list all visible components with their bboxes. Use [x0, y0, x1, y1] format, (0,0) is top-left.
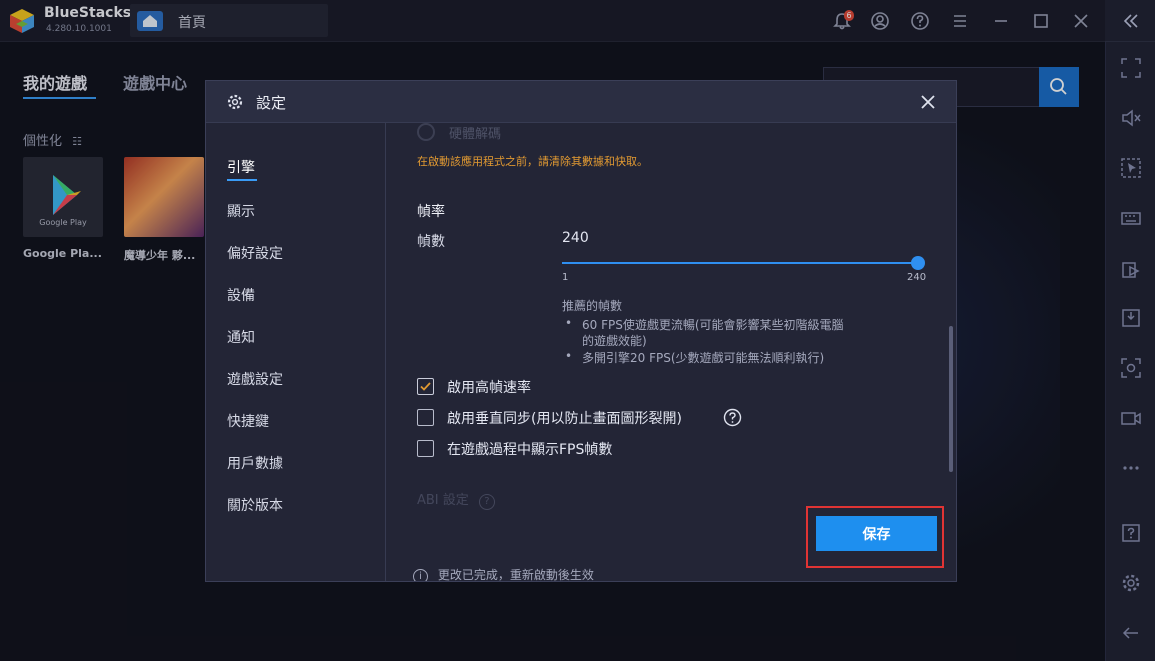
abi-settings-label: ABI 設定 ?: [417, 489, 495, 510]
screenshot-icon[interactable]: [1120, 357, 1142, 379]
show-fps-label: 在遊戲過程中顯示FPS幀數: [447, 442, 613, 458]
nav-item-game-settings[interactable]: 遊戲設定: [227, 369, 283, 389]
recommended-text: 60 FPS使遊戲更流暢(可能會影響某些初階級電腦: [582, 318, 844, 332]
nav-item-notifications[interactable]: 通知: [227, 327, 255, 347]
restart-notice-text: 更改已完成，重新啟動後生效: [437, 568, 594, 581]
nav-item-shortcuts[interactable]: 快捷鍵: [227, 411, 269, 431]
keyboard-icon[interactable]: [1120, 207, 1142, 229]
restart-notice: i 更改已完成，重新啟動後生效: [413, 566, 594, 581]
settings-nav: 引擎 顯示 偏好設定 設備 通知 遊戲設定 快捷鍵 用戶數據 關於版本: [206, 123, 386, 581]
right-sidebar: [1105, 42, 1155, 661]
recommended-item: 60 FPS使遊戲更流暢(可能會影響某些初階級電腦: [565, 316, 844, 333]
hardware-decode-label: 硬體解碼: [449, 127, 502, 142]
vsync-label: 啟用垂直同步(用以防止畫面圖形裂開): [447, 411, 682, 427]
fps-slider-thumb[interactable]: [911, 256, 925, 270]
volume-mute-icon[interactable]: [1120, 107, 1142, 129]
nav-item-preferences[interactable]: 偏好設定: [227, 243, 283, 263]
record-video-icon[interactable]: [1120, 407, 1142, 429]
gear-icon: [227, 94, 243, 110]
nav-item-about[interactable]: 關於版本: [227, 495, 283, 515]
checkmark-icon: [420, 382, 431, 391]
info-icon: i: [413, 569, 428, 581]
settings-scrollbar[interactable]: [949, 326, 953, 472]
collapse-sidebar-icon[interactable]: [1121, 11, 1141, 31]
warning-text: 在啟動該應用程式之前，請清除其數據和快取。: [417, 155, 648, 168]
hardware-decode-radio[interactable]: [417, 123, 435, 141]
recommended-text: 多開引擎20 FPS(少數遊戲可能無法順利執行): [582, 351, 825, 365]
close-icon[interactable]: [918, 92, 938, 112]
nav-active-indicator: [227, 179, 257, 181]
abi-settings-text: ABI 設定: [417, 493, 469, 508]
fps-section-title: 幀率: [417, 204, 445, 220]
dialog-title: 設定: [256, 94, 287, 112]
fps-slider-track[interactable]: [562, 262, 919, 264]
nav-item-display[interactable]: 顯示: [227, 201, 255, 221]
recommended-text-cont: 的遊戲效能): [582, 334, 647, 348]
media-manager-icon[interactable]: [1120, 257, 1142, 279]
fullscreen-icon[interactable]: [1120, 57, 1142, 79]
show-fps-checkbox[interactable]: [417, 440, 434, 457]
settings-gear-icon[interactable]: [1120, 572, 1142, 594]
pointer-icon[interactable]: [1120, 157, 1142, 179]
recommended-item: 多開引擎20 FPS(少數遊戲可能無法順利執行): [565, 349, 824, 366]
sidebar-help-icon[interactable]: [1120, 522, 1142, 544]
recommended-title: 推薦的幀數: [562, 299, 623, 313]
dialog-header: 設定: [206, 81, 956, 123]
save-button[interactable]: 保存: [816, 516, 937, 551]
high-fps-checkbox[interactable]: [417, 378, 434, 395]
vsync-checkbox[interactable]: [417, 409, 434, 426]
high-fps-label: 啟用高幀速率: [447, 380, 531, 396]
more-icon[interactable]: [1120, 457, 1142, 479]
abi-help-icon: ?: [478, 494, 495, 510]
nav-item-device[interactable]: 設備: [227, 285, 255, 305]
fps-label: 幀數: [417, 234, 445, 250]
nav-item-user-data[interactable]: 用戶數據: [227, 453, 283, 473]
back-arrow-icon[interactable]: [1120, 622, 1142, 644]
slider-min-label: 1: [562, 272, 569, 283]
fps-value: 240: [562, 230, 589, 246]
slider-max-label: 240: [907, 272, 927, 283]
install-apk-icon[interactable]: [1120, 307, 1142, 329]
vsync-help-icon[interactable]: [723, 408, 742, 427]
nav-item-engine[interactable]: 引擎: [227, 157, 255, 177]
